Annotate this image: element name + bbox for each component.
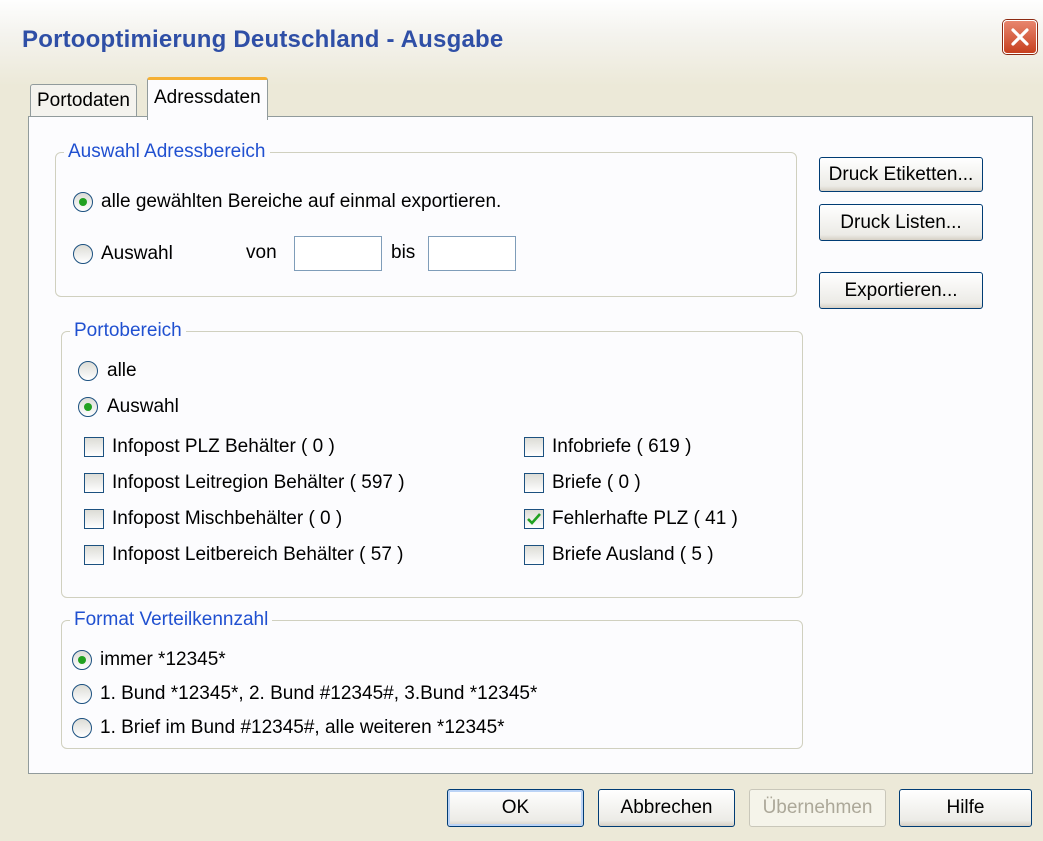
checkbox-infopost-plz[interactable] — [84, 437, 104, 457]
uebernehmen-button[interactable]: Übernehmen — [749, 789, 886, 827]
radio-auswahl-bereich[interactable] — [73, 244, 93, 264]
radio-format-immer[interactable] — [72, 650, 92, 670]
radio-alle-bereiche[interactable] — [73, 192, 93, 212]
radio-porto-alle-label[interactable]: alle — [107, 360, 137, 382]
radio-format-bund-label[interactable]: 1. Bund *12345*, 2. Bund #12345#, 3.Bund… — [100, 683, 537, 705]
checkbox-briefe-ausland-label[interactable]: Briefe Ausland ( 5 ) — [552, 544, 714, 566]
group-format-verteilkennzahl: Format Verteilkennzahl immer *12345* 1. … — [61, 609, 803, 749]
checkbox-briefe-ausland[interactable] — [524, 545, 544, 565]
checkbox-fehlerhafte-plz-label[interactable]: Fehlerhafte PLZ ( 41 ) — [552, 508, 738, 530]
group-title-portobereich: Portobereich — [70, 320, 186, 342]
von-input[interactable] — [294, 236, 382, 271]
tab-portodaten[interactable]: Portodaten — [30, 84, 137, 117]
radio-format-bund[interactable] — [72, 684, 92, 704]
group-title-auswahl-adressbereich: Auswahl Adressbereich — [64, 141, 270, 163]
checkbox-infopost-misch-label[interactable]: Infopost Mischbehälter ( 0 ) — [112, 508, 342, 530]
title-bar: Portooptimierung Deutschland - Ausgabe — [0, 0, 1043, 86]
radio-format-immer-label[interactable]: immer *12345* — [100, 649, 226, 671]
ok-button[interactable]: OK — [447, 789, 584, 827]
druck-listen-button[interactable]: Druck Listen... — [819, 204, 983, 241]
tab-adressdaten-label: Adressdaten — [154, 87, 261, 108]
radio-auswahl-bereich-label[interactable]: Auswahl — [101, 243, 173, 265]
radio-porto-auswahl[interactable] — [78, 397, 98, 417]
tab-panel-adressdaten: Auswahl Adressbereich alle gewählten Ber… — [28, 116, 1033, 774]
abbrechen-button[interactable]: Abbrechen — [598, 789, 735, 827]
radio-alle-bereiche-label[interactable]: alle gewählten Bereiche auf einmal expor… — [101, 191, 501, 213]
checkbox-infopost-leitregion[interactable] — [84, 473, 104, 493]
checkbox-briefe-label[interactable]: Briefe ( 0 ) — [552, 472, 641, 494]
checkbox-infopost-leitregion-label[interactable]: Infopost Leitregion Behälter ( 597 ) — [112, 472, 405, 494]
close-button[interactable] — [1003, 20, 1037, 54]
tab-portodaten-label: Portodaten — [37, 90, 130, 111]
checkbox-infopost-misch[interactable] — [84, 509, 104, 529]
group-portobereich: Portobereich alle Auswahl Infopost PLZ B… — [61, 320, 803, 598]
group-title-format-verteilkennzahl: Format Verteilkennzahl — [70, 609, 273, 631]
druck-etiketten-button[interactable]: Druck Etiketten... — [819, 157, 983, 192]
radio-format-brief[interactable] — [72, 718, 92, 738]
bis-label: bis — [391, 242, 416, 263]
radio-format-brief-label[interactable]: 1. Brief im Bund #12345#, alle weiteren … — [100, 717, 505, 739]
close-icon — [1011, 28, 1029, 46]
checkbox-infopost-plz-label[interactable]: Infopost PLZ Behälter ( 0 ) — [112, 436, 335, 458]
radio-porto-auswahl-label[interactable]: Auswahl — [107, 396, 179, 418]
tab-adressdaten[interactable]: Adressdaten — [147, 77, 268, 120]
group-auswahl-adressbereich: Auswahl Adressbereich alle gewählten Ber… — [55, 141, 797, 297]
bis-input[interactable] — [428, 236, 516, 271]
checkbox-infopost-leitbereich[interactable] — [84, 545, 104, 565]
checkbox-briefe[interactable] — [524, 473, 544, 493]
window-title: Portooptimierung Deutschland - Ausgabe — [22, 26, 504, 53]
radio-porto-alle[interactable] — [78, 361, 98, 381]
check-mark-icon — [527, 513, 541, 525]
exportieren-button[interactable]: Exportieren... — [819, 272, 983, 309]
checkbox-infopost-leitbereich-label[interactable]: Infopost Leitbereich Behälter ( 57 ) — [112, 544, 404, 566]
checkbox-infobriefe[interactable] — [524, 437, 544, 457]
hilfe-button[interactable]: Hilfe — [899, 789, 1032, 827]
checkbox-infobriefe-label[interactable]: Infobriefe ( 619 ) — [552, 436, 691, 458]
von-label: von — [246, 242, 277, 263]
checkbox-fehlerhafte-plz[interactable] — [524, 509, 544, 529]
